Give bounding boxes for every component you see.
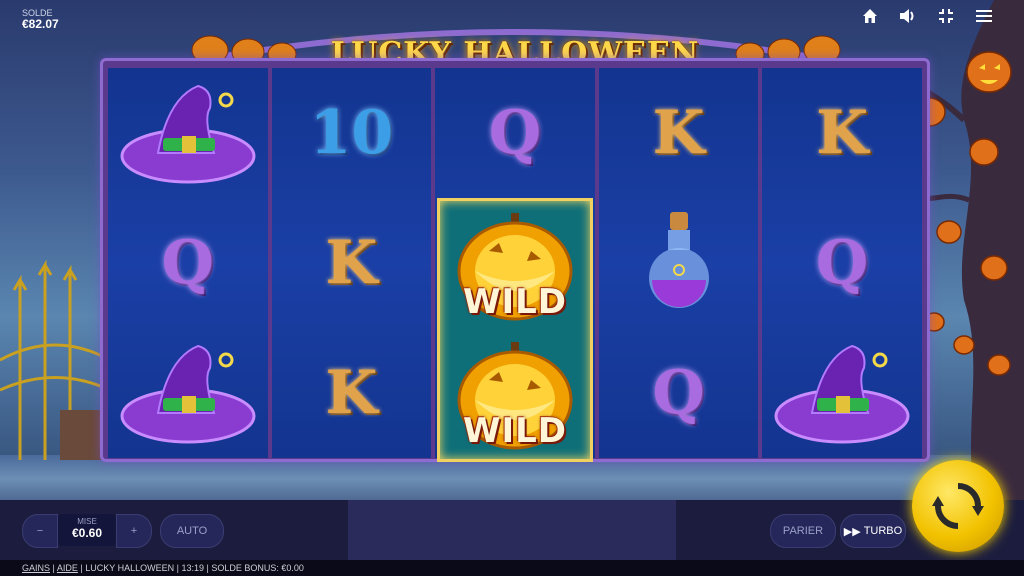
top-toolbar [860,6,994,26]
symbol-q: Q [652,358,705,428]
spin-arrows-icon [932,483,984,529]
reel-cell: Q [435,68,595,198]
footer-time: 13:19 [181,563,205,573]
reel-cell: K [762,68,922,198]
wild-label: WILD [462,411,567,451]
footer-bonus-balance: SOLDE BONUS: €0.00 [211,563,304,573]
reels-grid: Q 10 K K Q WILD WILD K Q K Q [108,68,922,462]
witch-hat-symbol [120,84,256,184]
menu-icon[interactable] [974,6,994,26]
control-bar-center [348,500,676,560]
symbol-k: K [816,98,869,168]
symbol-q: Q [161,228,214,298]
turbo-button[interactable]: ▶▶ TURBO [840,514,906,548]
reel-3: Q WILD WILD [435,68,595,462]
symbol-q: Q [488,98,542,168]
turbo-label: TURBO [863,525,903,537]
symbol-q: Q [816,228,869,298]
reel-cell: Q [108,198,268,328]
reel-cell [108,328,268,458]
reel-cell [108,68,268,198]
bet-decrease-button[interactable]: − [22,514,58,548]
balance-value: €82.07 [22,17,59,31]
parier-button[interactable]: PARIER [770,514,836,548]
witch-hat-symbol [120,344,256,444]
reel-cell: K [599,68,759,198]
reel-1: Q [108,68,268,458]
witch-hat-symbol [774,344,910,444]
reel-2: 10 K K [271,68,432,458]
bet-label: MISE [77,517,97,526]
home-icon[interactable] [860,6,880,26]
game-scene: LUCKY HALLOWEEN Q 10 K K Q WILD WILD K Q… [0,0,1024,576]
gains-link[interactable]: GAINS [22,563,50,573]
footer-bar: GAINS | AIDE | LUCKY HALLOWEEN | 13:19 |… [0,560,1024,576]
expanded-wild: WILD WILD [437,198,593,462]
reel-cell: K [272,198,432,328]
potion-symbol [648,212,709,308]
fast-forward-icon: ▶▶ [843,525,861,538]
sound-icon[interactable] [898,6,918,26]
fullscreen-icon[interactable] [936,6,956,26]
wild-symbol: WILD [440,330,590,459]
reel-cell [762,328,922,458]
bet-display: MISE €0.60 [58,514,116,546]
reel-cell: 10 [272,68,432,198]
wild-symbol: WILD [440,201,590,330]
aide-link[interactable]: AIDE [57,563,78,573]
bet-increase-button[interactable]: + [116,514,152,548]
reel-5: K Q [762,68,922,458]
wild-label: WILD [462,282,567,322]
reel-cell: K [272,328,432,458]
reel-cell [599,198,759,328]
auto-button[interactable]: AUTO [160,514,224,548]
reel-cell: Q [599,328,759,458]
symbol-k: K [325,358,378,428]
symbol-k: K [652,98,705,168]
reel-cell: Q [762,198,922,328]
footer-game-name: LUCKY HALLOWEEN [85,563,175,573]
spin-button[interactable] [912,460,1004,552]
symbol-k: K [325,228,378,298]
reel-4: K Q [598,68,759,458]
bet-value: €0.60 [71,526,103,540]
symbol-10: 10 [309,98,394,168]
iron-fence [0,259,110,460]
